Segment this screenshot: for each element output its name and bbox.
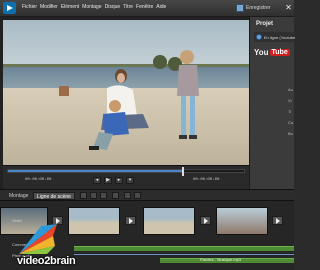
video2brain-logo: video2brain [3, 222, 93, 268]
volume-line [74, 254, 294, 255]
video2brain-logo-mark [19, 224, 57, 254]
tool-icon[interactable] [112, 192, 119, 199]
menu-fenetre[interactable]: Fenêtre [136, 4, 153, 10]
clip-thumbnail[interactable] [143, 207, 195, 235]
project-panel: Projet En ligne (Youtube) You Tube Au Vi… [249, 17, 295, 189]
menu-aide[interactable]: Aide [156, 4, 166, 10]
scrub-progress [8, 170, 183, 172]
save-label: Enregistrer [246, 5, 271, 11]
app-logo-icon [3, 2, 16, 14]
audio-clip-label: Paroles - Musique.mp3 [200, 257, 242, 262]
youtube-tube: Tube [269, 49, 290, 56]
premiere-elements-window: Fichier Modifier Elément Montage Disque … [0, 0, 295, 270]
tool-icon[interactable] [90, 192, 97, 199]
transition-icon[interactable] [125, 216, 136, 225]
menu-disque[interactable]: Disque [105, 4, 121, 10]
playhead-marker[interactable] [181, 167, 184, 176]
clip-thumbnail[interactable] [216, 207, 268, 235]
menu-titre[interactable]: Titre [123, 4, 133, 10]
transition-icon[interactable] [200, 216, 211, 225]
tab-ligne-de-scene[interactable]: Ligne de scène [33, 192, 75, 200]
online-label: En ligne (Youtube) [263, 34, 295, 40]
youtube-logo: You Tube [254, 48, 290, 57]
save-icon [236, 4, 244, 12]
time-current: 00:00:00:00 [25, 178, 52, 182]
time-total: 00:00:00:00 [193, 178, 220, 182]
youtube-you: You [254, 48, 269, 57]
transition-icon[interactable] [272, 216, 283, 225]
video-preview[interactable] [3, 20, 249, 165]
play-button[interactable]: ▶ [104, 177, 112, 184]
step-forward-button[interactable]: ▸ [115, 177, 123, 184]
video2brain-wordmark: video2brain [17, 255, 76, 267]
step-back-button[interactable]: ◂ [93, 177, 101, 184]
tab-montage[interactable]: Montage [6, 192, 31, 200]
field-label: Au [288, 87, 293, 92]
monitor-controls: 00:00:00:00 ◂ ▶ ▸ ▾ 00:00:00:00 [3, 165, 249, 189]
save-button[interactable]: Enregistrer [236, 2, 270, 14]
menu-modifier[interactable]: Modifier [40, 4, 58, 10]
menu-element[interactable]: Elément [61, 4, 79, 10]
tool-icon[interactable] [100, 192, 107, 199]
tool-icon[interactable] [134, 192, 141, 199]
tool-icon[interactable] [124, 192, 131, 199]
field-label: Ti [288, 109, 292, 114]
field-label: Vi [288, 98, 292, 103]
main-menu: Fichier Modifier Elément Montage Disque … [22, 4, 166, 10]
people-figures [59, 50, 199, 150]
menu-fichier[interactable]: Fichier [22, 4, 37, 10]
online-option[interactable]: En ligne (Youtube) [254, 32, 295, 42]
close-icon[interactable]: ✕ [284, 3, 293, 12]
comment-track-bar[interactable] [74, 246, 294, 251]
timeline-tabs: Montage Ligne de scène [0, 189, 294, 201]
transport-controls: ◂ ▶ ▸ ▾ [93, 177, 134, 184]
field-label: Bu [288, 131, 293, 136]
panel-title: Projet [256, 21, 274, 27]
menu-montage[interactable]: Montage [82, 4, 101, 10]
globe-icon [256, 34, 262, 40]
field-label: Ca [288, 120, 294, 125]
menu-bar: Fichier Modifier Elément Montage Disque … [0, 0, 294, 17]
tool-icon[interactable] [80, 192, 87, 199]
shuttle-button[interactable]: ▾ [126, 177, 134, 184]
scrub-bar[interactable] [7, 169, 245, 173]
panel-field-labels: Au Vi Ti Ca Bu [288, 87, 293, 142]
